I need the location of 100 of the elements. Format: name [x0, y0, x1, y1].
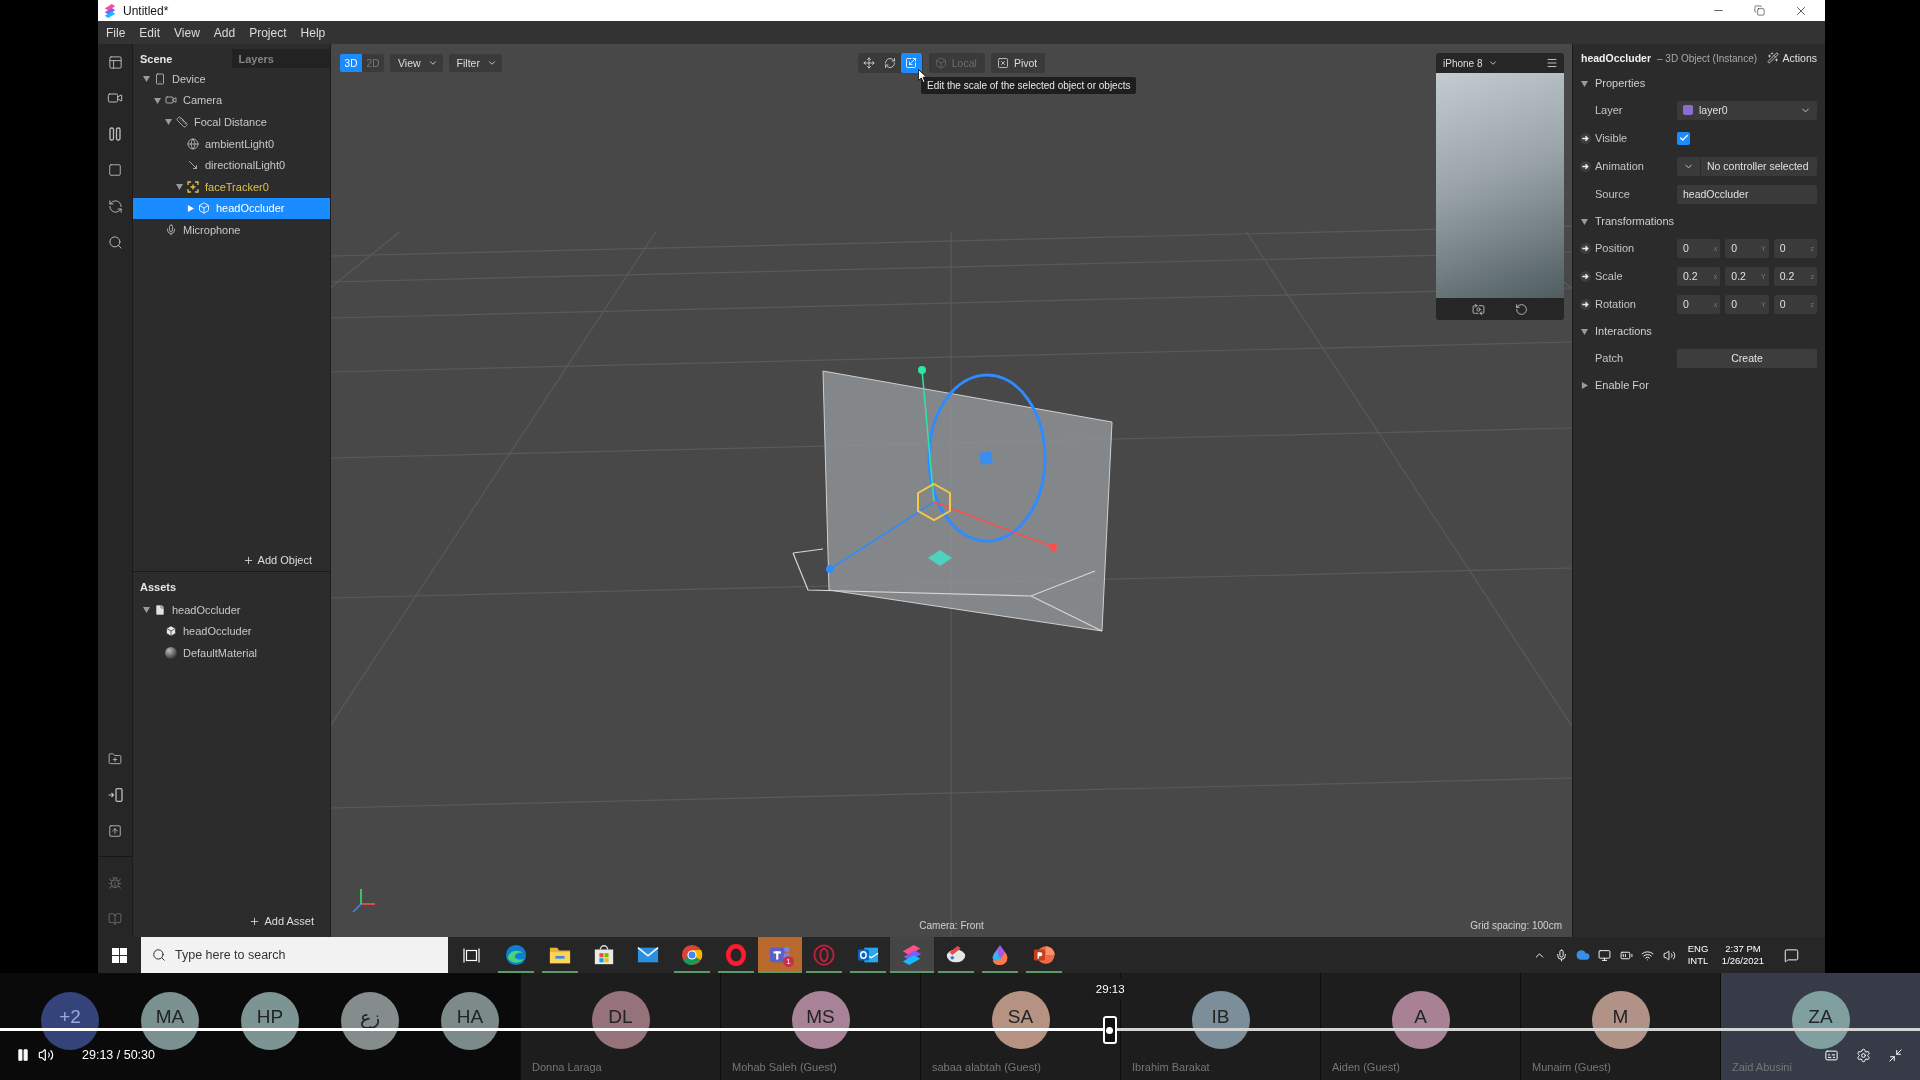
- toolbar-dropdown[interactable]: View: [390, 54, 443, 72]
- scale-tool-button[interactable]: [900, 53, 922, 73]
- add-object-button[interactable]: Add Object: [242, 554, 312, 566]
- tree-item[interactable]: Device: [133, 68, 330, 90]
- menu-icon[interactable]: [1546, 57, 1558, 69]
- camera-label: Camera: Front: [919, 920, 984, 931]
- add-asset-button[interactable]: Add Asset: [249, 915, 314, 927]
- phone-import-icon[interactable]: [107, 788, 123, 802]
- double-bar-icon[interactable]: [109, 127, 121, 141]
- avatar[interactable]: HP: [241, 991, 299, 1050]
- search-icon: [152, 948, 166, 962]
- pause-icon[interactable]: [16, 1048, 30, 1062]
- caret-right-icon[interactable]: [186, 204, 194, 212]
- menu-item[interactable]: View: [167, 21, 207, 44]
- layer-dropdown[interactable]: layer0: [1677, 100, 1817, 120]
- taskbar-app-button[interactable]: 1: [758, 937, 802, 973]
- refresh-icon[interactable]: [107, 198, 123, 214]
- ring-logo-icon[interactable]: [725, 944, 747, 966]
- layered-logo-icon[interactable]: [901, 944, 923, 966]
- avatar[interactable]: MA: [141, 991, 199, 1050]
- caret-down-icon[interactable]: [142, 75, 150, 83]
- axis-indicator-icon: [352, 888, 376, 913]
- caret-down-icon[interactable]: [164, 118, 172, 126]
- tree-item[interactable]: headOccluder: [133, 599, 330, 621]
- caret-down-icon[interactable]: [142, 606, 150, 614]
- patch-arrow-icon[interactable]: [1579, 132, 1591, 144]
- patch-arrow-icon[interactable]: [1579, 298, 1591, 310]
- square-icon[interactable]: [108, 163, 122, 177]
- chevron-down-icon: [1488, 58, 1499, 68]
- patch-arrow-icon[interactable]: [1579, 242, 1591, 254]
- caret-down-icon[interactable]: [1581, 79, 1588, 87]
- ruler-icon: [176, 116, 188, 128]
- bug-icon[interactable]: [108, 876, 122, 890]
- language-indicator[interactable]: ENG INTL: [1685, 943, 1711, 967]
- device-dropdown[interactable]: iPhone 8: [1443, 57, 1499, 69]
- tree-item[interactable]: faceTracker0: [133, 175, 330, 198]
- tree-item[interactable]: DefaultMaterial: [133, 642, 330, 664]
- caret-down-icon[interactable]: [175, 183, 183, 191]
- cloud-icon[interactable]: [1575, 948, 1590, 962]
- captions-icon[interactable]: [1824, 1047, 1839, 1063]
- notification-icon[interactable]: [1783, 947, 1799, 963]
- section-header[interactable]: Interactions: [1573, 318, 1825, 344]
- avatar: M: [1591, 991, 1650, 1049]
- avatar[interactable]: HA: [441, 991, 499, 1050]
- patch-arrow-icon[interactable]: [1579, 270, 1591, 282]
- video-camera-icon[interactable]: [107, 90, 123, 106]
- caret-down-icon[interactable]: [1581, 217, 1588, 225]
- search-field[interactable]: Type here to search: [141, 937, 448, 973]
- menu-item[interactable]: Help: [293, 21, 333, 44]
- search-icon[interactable]: [107, 234, 123, 250]
- collapse-arrows-icon[interactable]: [1888, 1047, 1903, 1063]
- section-header[interactable]: Enable For: [1573, 372, 1825, 398]
- actions-button[interactable]: Actions: [1766, 52, 1817, 64]
- create-button[interactable]: Create: [1677, 348, 1817, 368]
- settings-icon[interactable]: [1856, 1047, 1871, 1063]
- section-header[interactable]: Transformations: [1573, 208, 1825, 234]
- four-way-arrows-icon: [863, 57, 876, 69]
- ring-outline-icon[interactable]: [813, 944, 835, 966]
- tree-item[interactable]: Microphone: [133, 219, 330, 241]
- tree-item[interactable]: Camera: [133, 89, 330, 112]
- text-field[interactable]: headOccluder: [1677, 184, 1817, 204]
- tree-item[interactable]: ambientLight0: [133, 132, 330, 155]
- upload-icon[interactable]: [108, 824, 122, 838]
- pivot-button[interactable]: Pivot: [990, 53, 1046, 73]
- menu-item[interactable]: Edit: [132, 21, 168, 44]
- switch-camera-icon[interactable]: [1472, 302, 1485, 316]
- shopping-bag-icon[interactable]: [593, 944, 615, 966]
- book-icon[interactable]: [108, 912, 122, 926]
- checkbox[interactable]: [1677, 131, 1690, 145]
- menu-item[interactable]: File: [99, 21, 133, 44]
- circle-logo-icon[interactable]: [681, 944, 703, 966]
- menu-item[interactable]: Add: [206, 21, 243, 44]
- clock[interactable]: 2:37 PM 1/26/2021: [1719, 943, 1767, 967]
- toolbar-dropdown[interactable]: Filter: [448, 54, 502, 72]
- cursor-icon: [918, 69, 927, 83]
- folder-plus-icon[interactable]: [108, 752, 122, 766]
- panel-tab[interactable]: Layers: [231, 49, 330, 68]
- tree-item[interactable]: directionalLight0: [133, 154, 330, 176]
- microphone-icon[interactable]: [1554, 948, 1568, 962]
- patch-arrow-icon[interactable]: [1579, 160, 1591, 172]
- controller-field[interactable]: No controller selected: [1701, 156, 1817, 176]
- slides-logo-icon[interactable]: [1033, 944, 1055, 966]
- panels-icon[interactable]: [107, 54, 123, 70]
- counterclockwise-arrow-icon[interactable]: [1515, 302, 1528, 316]
- monitor-icon[interactable]: [1597, 948, 1611, 962]
- caret-right-icon[interactable]: [1581, 381, 1588, 389]
- avatar[interactable]: +2: [41, 991, 99, 1050]
- caret-down-icon[interactable]: [153, 96, 161, 104]
- panel-tab[interactable]: Scene: [133, 49, 232, 68]
- wifi-icon[interactable]: [1641, 948, 1655, 962]
- progress-track[interactable]: [0, 1028, 1920, 1031]
- menu-item[interactable]: Project: [242, 21, 294, 44]
- tree-item[interactable]: Focal Distance: [133, 111, 330, 133]
- volume-icon[interactable]: [1662, 948, 1676, 962]
- caret-down-icon[interactable]: [1581, 327, 1588, 335]
- tree-item[interactable]: headOccluder: [133, 620, 330, 643]
- wave-logo-icon[interactable]: [505, 944, 527, 966]
- dropdown-button[interactable]: [1677, 156, 1700, 176]
- volume-icon[interactable]: [38, 1047, 54, 1063]
- section-header[interactable]: Properties: [1573, 70, 1825, 96]
